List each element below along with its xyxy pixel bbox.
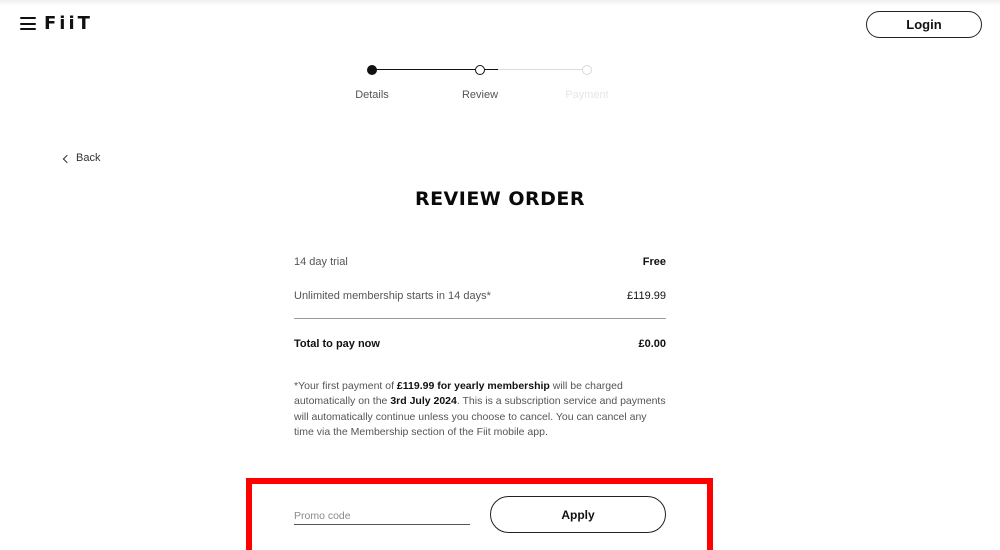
notice-amount: £119.99 for yearly membership (396, 380, 550, 392)
step-details-dot (367, 65, 377, 75)
order-row-trial: 14 day trial Free (294, 256, 666, 268)
step-review-dot (475, 65, 485, 75)
payment-notice: *Your first payment of £119.99 for yearl… (294, 379, 669, 440)
order-row-label: Unlimited membership starts in 14 days* (294, 290, 491, 302)
notice-text-1: *Your first payment of (294, 380, 397, 392)
order-row-membership: Unlimited membership starts in 14 days* … (294, 290, 666, 302)
step-review-label: Review (461, 89, 499, 101)
notice-date: 3rd July 2024 (390, 395, 457, 408)
back-label: Back (76, 152, 101, 164)
checkout-stepper: Details Review Payment (0, 0, 1000, 110)
total-value: £0.00 (638, 338, 666, 350)
order-row-value: £119.99 (627, 290, 666, 302)
order-divider (294, 318, 666, 319)
apply-promo-button[interactable]: Apply (490, 496, 666, 533)
stepper-line-upcoming (498, 69, 588, 70)
back-link[interactable]: Back (62, 152, 101, 164)
page-title: REVIEW ORDER (414, 188, 586, 210)
order-row-value: Free (642, 256, 666, 268)
step-payment-label: Payment (565, 89, 609, 101)
order-row-label: 14 day trial (294, 256, 348, 268)
order-row-total: Total to pay now £0.00 (294, 338, 666, 350)
step-details-label: Details (355, 89, 389, 101)
step-payment-dot (582, 65, 592, 75)
chevron-left-icon (62, 154, 72, 163)
total-label: Total to pay now (294, 338, 380, 350)
promo-code-input[interactable] (294, 507, 470, 525)
